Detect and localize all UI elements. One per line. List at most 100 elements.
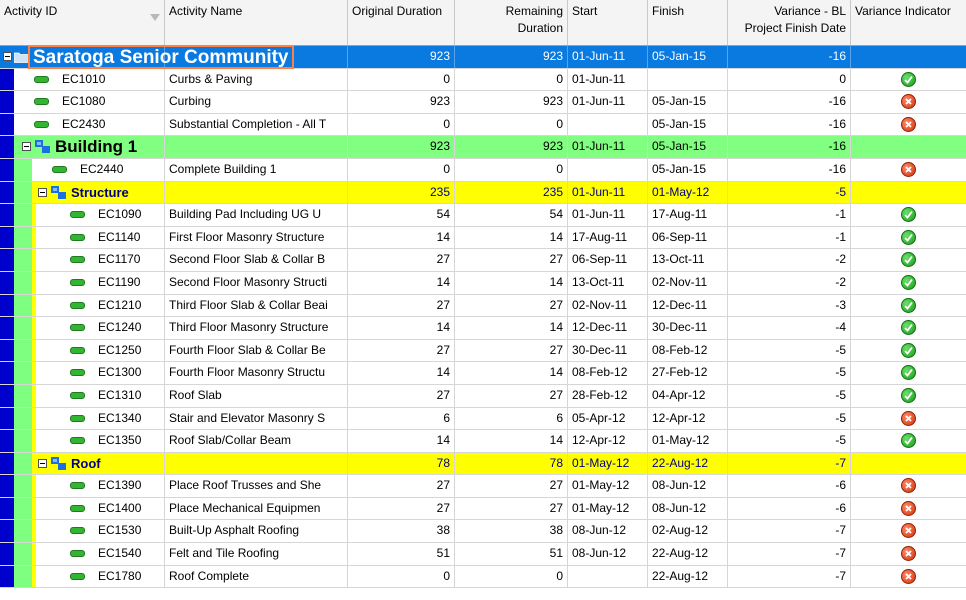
activity-id-cell[interactable]: EC1350	[0, 430, 165, 452]
original-duration-cell[interactable]: 923	[348, 46, 455, 68]
variance-cell[interactable]: -5	[728, 339, 851, 362]
variance-cell[interactable]: -6	[728, 475, 851, 497]
finish-date-cell[interactable]: 08-Jun-12	[648, 475, 728, 497]
variance-cell[interactable]: -5	[728, 362, 851, 384]
column-header-finish[interactable]: Finish	[648, 0, 728, 45]
table-row[interactable]: EC1010 Curbs & Paving 0 0 01-Jun-11 0	[0, 68, 966, 92]
start-date-cell[interactable]: 08-Feb-12	[568, 362, 648, 384]
original-duration-cell[interactable]: 923	[348, 136, 455, 158]
remaining-duration-cell[interactable]: 0	[455, 113, 568, 136]
remaining-duration-cell[interactable]: 27	[455, 475, 568, 497]
sort-indicator-icon[interactable]	[150, 14, 160, 21]
finish-date-cell[interactable]: 17-Aug-11	[648, 204, 728, 226]
project-row[interactable]: Saratoga Senior Community 923 923 01-Jun-11…	[0, 45, 966, 69]
activity-id-cell[interactable]: EC1250	[0, 339, 165, 362]
finish-date-cell[interactable]: 04-Apr-12	[648, 384, 728, 407]
collapse-toggle-icon[interactable]	[3, 52, 12, 61]
start-date-cell[interactable]: 05-Apr-12	[568, 407, 648, 430]
activity-id-cell[interactable]: EC1390	[0, 475, 165, 497]
table-row[interactable]: EC1780 Roof Complete 0 0 22-Aug-12 -7	[0, 565, 966, 589]
remaining-duration-cell[interactable]: 923	[455, 46, 568, 68]
table-row[interactable]: EC1240 Third Floor Masonry Structure 14 14 1…	[0, 317, 966, 340]
activity-id-cell[interactable]: EC1340	[0, 407, 165, 430]
original-duration-cell[interactable]: 0	[348, 158, 455, 181]
activity-id-cell[interactable]: EC1210	[0, 294, 165, 317]
column-header-variance-indicator[interactable]: Variance Indicator	[851, 0, 966, 45]
original-duration-cell[interactable]: 14	[348, 271, 455, 294]
finish-date-cell[interactable]	[648, 68, 728, 91]
start-date-cell[interactable]: 01-May-12	[568, 475, 648, 497]
variance-cell[interactable]: -16	[728, 158, 851, 181]
finish-date-cell[interactable]: 05-Jan-15	[648, 113, 728, 136]
remaining-duration-cell[interactable]: 27	[455, 249, 568, 271]
remaining-duration-cell[interactable]: 14	[455, 271, 568, 294]
activity-name-cell[interactable]: Stair and Elevator Masonry S	[165, 407, 348, 430]
start-date-cell[interactable]: 08-Jun-12	[568, 520, 648, 543]
original-duration-cell[interactable]: 0	[348, 565, 455, 588]
start-date-cell[interactable]: 17-Aug-11	[568, 226, 648, 249]
finish-date-cell[interactable]: 27-Feb-12	[648, 362, 728, 384]
start-date-cell[interactable]: 12-Dec-11	[568, 317, 648, 339]
start-date-cell[interactable]: 01-Jun-11	[568, 204, 648, 226]
start-date-cell[interactable]	[568, 565, 648, 588]
remaining-duration-cell[interactable]: 0	[455, 68, 568, 91]
remaining-duration-cell[interactable]: 27	[455, 294, 568, 317]
activity-id-cell[interactable]: EC1300	[0, 362, 165, 384]
variance-cell[interactable]: -5	[728, 407, 851, 430]
activity-id-cell[interactable]: EC1540	[0, 543, 165, 565]
table-row[interactable]: EC1140 First Floor Masonry Structure 14 14 1…	[0, 226, 966, 250]
column-header-start[interactable]: Start	[568, 0, 648, 45]
variance-cell[interactable]: -16	[728, 91, 851, 113]
activity-name-cell[interactable]: Third Floor Slab & Collar Beai	[165, 294, 348, 317]
activity-name-cell[interactable]: Built-Up Asphalt Roofing	[165, 520, 348, 543]
activity-id-cell[interactable]: EC1400	[0, 497, 165, 520]
activity-id-cell[interactable]: Saratoga Senior Community	[0, 45, 294, 69]
original-duration-cell[interactable]: 235	[348, 181, 455, 204]
activity-name-cell[interactable]: Place Roof Trusses and She	[165, 475, 348, 497]
start-date-cell[interactable]: 01-Jun-11	[568, 68, 648, 91]
activity-id-cell[interactable]: EC1140	[0, 226, 165, 249]
variance-cell[interactable]: -2	[728, 271, 851, 294]
original-duration-cell[interactable]: 0	[348, 68, 455, 91]
finish-date-cell[interactable]: 30-Dec-11	[648, 317, 728, 339]
original-duration-cell[interactable]: 27	[348, 475, 455, 497]
collapse-toggle-icon[interactable]	[38, 458, 47, 468]
table-row[interactable]: EC1350 Roof Slab/Collar Beam 14 14 12-Apr-12…	[0, 430, 966, 453]
finish-date-cell[interactable]: 05-Jan-15	[648, 91, 728, 113]
finish-date-cell[interactable]: 22-Aug-12	[648, 565, 728, 588]
remaining-duration-cell[interactable]: 14	[455, 226, 568, 249]
finish-date-cell[interactable]: 08-Feb-12	[648, 339, 728, 362]
activity-name-cell[interactable]: Substantial Completion - All T	[165, 113, 348, 136]
activity-id-cell[interactable]: Structure	[0, 181, 165, 204]
remaining-duration-cell[interactable]: 38	[455, 520, 568, 543]
table-row[interactable]: EC1400 Place Mechanical Equipmen 27 27 01-Ma…	[0, 497, 966, 521]
finish-date-cell[interactable]: 05-Jan-15	[648, 158, 728, 181]
remaining-duration-cell[interactable]: 27	[455, 497, 568, 520]
start-date-cell[interactable]: 01-Jun-11	[568, 181, 648, 204]
remaining-duration-cell[interactable]: 14	[455, 430, 568, 452]
collapse-toggle-icon[interactable]	[38, 187, 47, 197]
variance-cell[interactable]: -4	[728, 317, 851, 339]
start-date-cell[interactable]: 28-Feb-12	[568, 384, 648, 407]
activity-name-cell[interactable]	[165, 136, 348, 158]
variance-cell[interactable]: 0	[728, 68, 851, 91]
remaining-duration-cell[interactable]: 54	[455, 204, 568, 226]
finish-date-cell[interactable]: 01-May-12	[648, 430, 728, 452]
table-row[interactable]: EC1250 Fourth Floor Slab & Collar Be 27 27 3…	[0, 339, 966, 363]
original-duration-cell[interactable]: 27	[348, 339, 455, 362]
activity-name-cell[interactable]: Second Floor Slab & Collar B	[165, 249, 348, 271]
column-header-activity-name[interactable]: Activity Name	[165, 0, 348, 45]
start-date-cell[interactable]: 08-Jun-12	[568, 543, 648, 565]
table-row[interactable]: EC1310 Roof Slab 27 27 28-Feb-12 04-Apr-12 -5	[0, 384, 966, 408]
collapse-toggle-icon[interactable]	[22, 142, 31, 152]
column-header-remaining-duration[interactable]: Remaining Duration	[455, 0, 568, 45]
original-duration-cell[interactable]: 27	[348, 384, 455, 407]
activity-name-cell[interactable]: Curbing	[165, 91, 348, 113]
start-date-cell[interactable]	[568, 113, 648, 136]
finish-date-cell[interactable]: 01-May-12	[648, 181, 728, 204]
table-row[interactable]: EC1210 Third Floor Slab & Collar Beai 27 27…	[0, 294, 966, 318]
start-date-cell[interactable]: 01-May-12	[568, 497, 648, 520]
activity-id-cell[interactable]: EC1780	[0, 565, 165, 588]
original-duration-cell[interactable]: 27	[348, 249, 455, 271]
original-duration-cell[interactable]: 14	[348, 226, 455, 249]
